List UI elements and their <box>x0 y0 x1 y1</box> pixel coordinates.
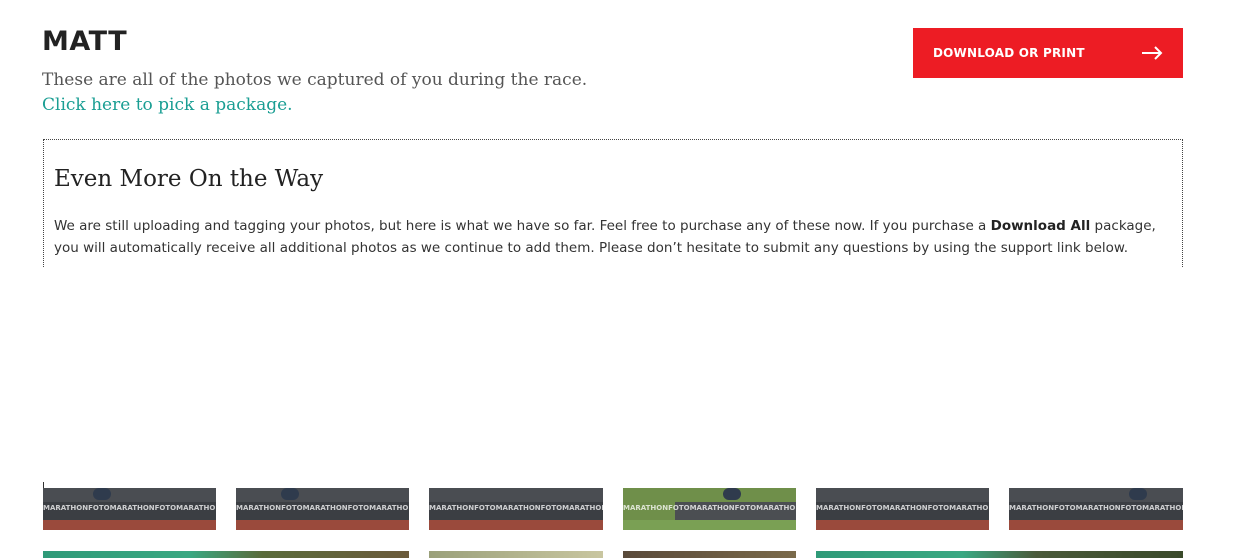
photo-thumbnail[interactable]: MARATHONFOTOMARATHONFOTOMARATHONFOTO <box>429 488 603 530</box>
photo-thumbnail[interactable]: MARATHONFOTOMARATHONFOTOMARATHONFOTO <box>43 488 216 530</box>
arrow-right-icon <box>1142 46 1163 60</box>
download-button-label: DOWNLOAD OR PRINT <box>933 46 1085 60</box>
watermark: MARATHONFOTOMARATHONFOTOMARATHONFOTO <box>236 504 409 512</box>
notice-body: We are still uploading and tagging your … <box>54 215 1169 259</box>
photo-thumbnail[interactable] <box>816 551 1183 558</box>
notice-title: Even More On the Way <box>54 166 324 192</box>
runner-shoe <box>1129 488 1147 500</box>
watermark: MARATHONFOTOMARATHONFOTOMARATHONFOTO <box>623 504 796 512</box>
photo-thumbnail[interactable] <box>43 551 409 558</box>
photo-thumbnail[interactable]: MARATHONFOTOMARATHONFOTOMARATHONFOTO <box>623 488 796 530</box>
photo-thumbnail[interactable] <box>429 551 603 558</box>
watermark: MARATHONFOTOMARATHONFOTOMARATHONFOTO <box>43 504 216 512</box>
watermark: MARATHONFOTOMARATHONFOTOMARATHONFOTO <box>816 504 989 512</box>
photo-thumbnail[interactable]: MARATHONFOTOMARATHONFOTOMARATHONFOTO <box>1009 488 1183 530</box>
notice-body-bold: Download All <box>990 218 1091 234</box>
notice-box: Even More On the Way We are still upload… <box>43 139 1183 267</box>
notice-body-text-1: We are still uploading and tagging your … <box>54 218 991 234</box>
runner-shoe <box>281 488 299 500</box>
photo-thumbnail[interactable]: MARATHONFOTOMARATHONFOTOMARATHONFOTO <box>236 488 409 530</box>
page-subtitle: These are all of the photos we captured … <box>42 70 588 90</box>
photo-thumbnail[interactable] <box>623 551 796 558</box>
download-or-print-button[interactable]: DOWNLOAD OR PRINT <box>913 28 1183 78</box>
watermark: MARATHONFOTOMARATHONFOTOMARATHONFOTO <box>1009 504 1183 512</box>
runner-name: MATT <box>42 26 128 57</box>
photo-thumbnail[interactable]: MARATHONFOTOMARATHONFOTOMARATHONFOTO <box>816 488 989 530</box>
watermark: MARATHONFOTOMARATHONFOTOMARATHONFOTO <box>429 504 603 512</box>
pick-package-link[interactable]: Click here to pick a package. <box>42 95 293 115</box>
runner-shoe <box>93 488 111 500</box>
runner-shoe <box>723 488 741 500</box>
